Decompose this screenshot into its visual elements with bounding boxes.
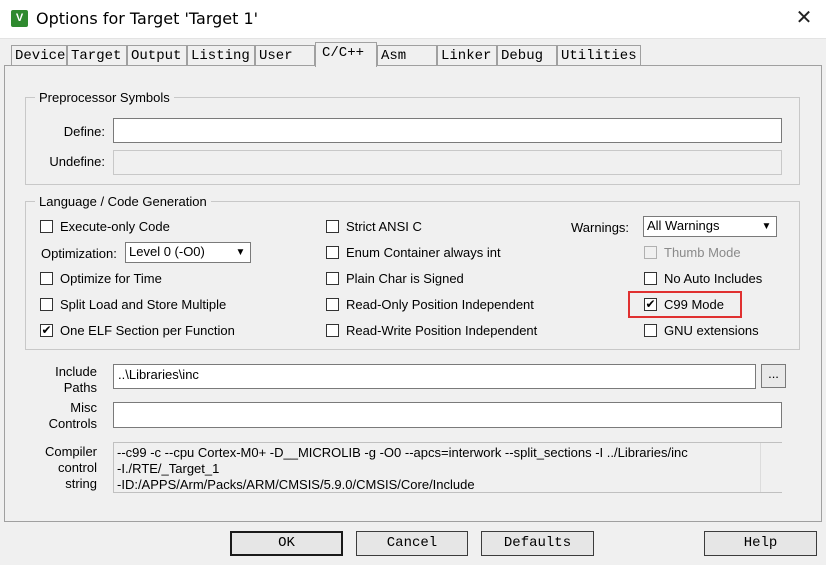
misc-controls-input[interactable] <box>113 402 782 428</box>
execute-only-checkbox[interactable] <box>40 220 53 233</box>
enum-container-label: Enum Container always int <box>346 245 501 260</box>
c99-mode-label: C99 Mode <box>664 297 724 312</box>
no-auto-includes-label: No Auto Includes <box>664 271 763 286</box>
ro-pi-checkbox[interactable] <box>326 298 339 311</box>
execute-only-label: Execute-only Code <box>60 219 170 234</box>
tab-c-cpp[interactable]: C/C++ <box>315 42 377 67</box>
check-icon: ✔ <box>645 297 656 311</box>
warnings-label: Warnings: <box>571 220 630 235</box>
language-title: Language / Code Generation <box>35 194 211 209</box>
optimize-time-checkbox[interactable] <box>40 272 53 285</box>
misc-controls-label-1: Misc <box>70 400 97 415</box>
check-icon: ✔ <box>41 323 52 337</box>
compiler-string-label-3: string <box>65 476 97 491</box>
tab-target[interactable]: Target <box>67 45 127 65</box>
optimize-time-label: Optimize for Time <box>60 271 162 286</box>
defaults-button[interactable]: Defaults <box>481 531 594 556</box>
strict-ansi-label: Strict ANSI C <box>346 219 422 234</box>
misc-controls-label-2: Controls <box>48 416 97 431</box>
split-load-checkbox[interactable] <box>40 298 53 311</box>
compiler-string-line: -I./RTE/_Target_1 <box>117 461 220 476</box>
help-button[interactable]: Help <box>704 531 817 556</box>
ro-pi-label: Read-Only Position Independent <box>346 297 534 312</box>
plain-char-checkbox[interactable] <box>326 272 339 285</box>
include-paths-label-1: Include <box>55 364 97 379</box>
gnu-ext-checkbox[interactable] <box>644 324 657 337</box>
tab-asm[interactable]: Asm <box>377 45 437 65</box>
cancel-button[interactable]: Cancel <box>356 531 468 556</box>
rw-pi-label: Read-Write Position Independent <box>346 323 538 338</box>
warnings-value: All Warnings <box>647 218 720 233</box>
one-elf-label: One ELF Section per Function <box>60 323 235 338</box>
tab-listing[interactable]: Listing <box>187 45 255 65</box>
thumb-mode-checkbox <box>644 246 657 259</box>
include-paths-label-2: Paths <box>63 380 97 395</box>
tab-utilities[interactable]: Utilities <box>557 45 641 65</box>
compiler-string-line: --c99 -c --cpu Cortex-M0+ -D__MICROLIB -… <box>117 445 688 460</box>
rw-pi-checkbox[interactable] <box>326 324 339 337</box>
define-label: Define: <box>63 124 105 139</box>
optimization-select[interactable]: Level 0 (-O0) ▼ <box>125 242 251 263</box>
include-paths-input[interactable]: ..\Libraries\inc <box>113 364 756 389</box>
no-auto-includes-checkbox[interactable] <box>644 272 657 285</box>
undefine-input <box>113 150 782 175</box>
define-input[interactable] <box>113 118 782 143</box>
gnu-ext-label: GNU extensions <box>664 323 759 338</box>
warnings-select[interactable]: All Warnings ▼ <box>643 216 777 237</box>
plain-char-label: Plain Char is Signed <box>346 271 464 286</box>
compiler-string-label-1: Compiler <box>44 444 97 459</box>
tab-device[interactable]: Device <box>11 45 67 65</box>
compiler-string-line: -ID:/APPS/Arm/Packs/ARM/CMSIS/5.9.0/CMSI… <box>117 477 475 492</box>
compiler-string-box[interactable]: --c99 -c --cpu Cortex-M0+ -D__MICROLIB -… <box>113 442 782 493</box>
ok-button[interactable]: OK <box>230 531 343 556</box>
undefine-label: Undefine: <box>49 154 105 169</box>
include-paths-browse-button[interactable]: ... <box>761 364 786 388</box>
optimization-value: Level 0 (-O0) <box>129 244 205 259</box>
close-icon[interactable]: ✕ <box>790 4 818 32</box>
keil-app-icon: V <box>11 10 28 27</box>
chevron-down-icon[interactable]: ▼ <box>758 218 775 235</box>
strict-ansi-checkbox[interactable] <box>326 220 339 233</box>
tab-linker[interactable]: Linker <box>437 45 497 65</box>
preprocessor-title: Preprocessor Symbols <box>35 90 174 105</box>
tab-debug[interactable]: Debug <box>497 45 557 65</box>
compiler-string-label-2: control <box>57 460 97 475</box>
window-title: Options for Target 'Target 1' <box>36 9 259 28</box>
one-elf-checkbox[interactable]: ✔ <box>40 324 53 337</box>
title-separator <box>0 38 826 39</box>
tab-output[interactable]: Output <box>127 45 187 65</box>
c99-mode-checkbox[interactable]: ✔ <box>644 298 657 311</box>
chevron-down-icon[interactable]: ▼ <box>232 244 249 261</box>
split-load-label: Split Load and Store Multiple <box>60 297 227 312</box>
enum-container-checkbox[interactable] <box>326 246 339 259</box>
optimization-label: Optimization: <box>41 246 117 261</box>
compiler-string-scrollbar[interactable] <box>760 443 782 492</box>
tab-user[interactable]: User <box>255 45 315 65</box>
thumb-mode-label: Thumb Mode <box>664 245 741 260</box>
